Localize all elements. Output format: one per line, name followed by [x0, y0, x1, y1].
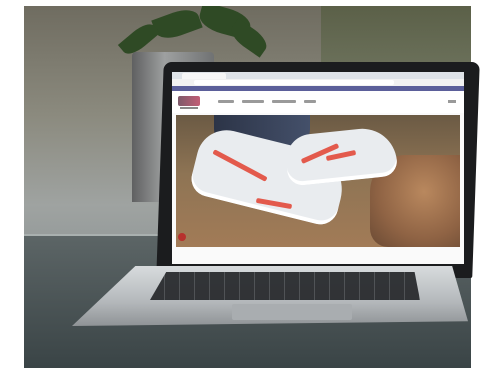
nav-link[interactable]	[242, 100, 264, 103]
site-logo[interactable]	[178, 96, 200, 106]
nav-link[interactable]	[304, 100, 316, 103]
site-logo-tagline	[180, 107, 198, 109]
site-navigation	[172, 91, 464, 113]
chat-bubble-icon[interactable]	[178, 233, 186, 241]
nav-link[interactable]	[272, 100, 296, 103]
laptop-screen	[172, 72, 464, 264]
browser-tab-strip	[172, 72, 464, 79]
nav-link[interactable]	[218, 100, 234, 103]
nav-cart-link[interactable]	[448, 100, 456, 103]
browser-address-bar	[172, 79, 464, 86]
laptop-keyboard	[150, 272, 420, 300]
plant-leaf	[151, 6, 203, 44]
hero-image	[176, 115, 460, 247]
laptop-trackpad	[232, 304, 352, 320]
url-field[interactable]	[194, 80, 394, 85]
